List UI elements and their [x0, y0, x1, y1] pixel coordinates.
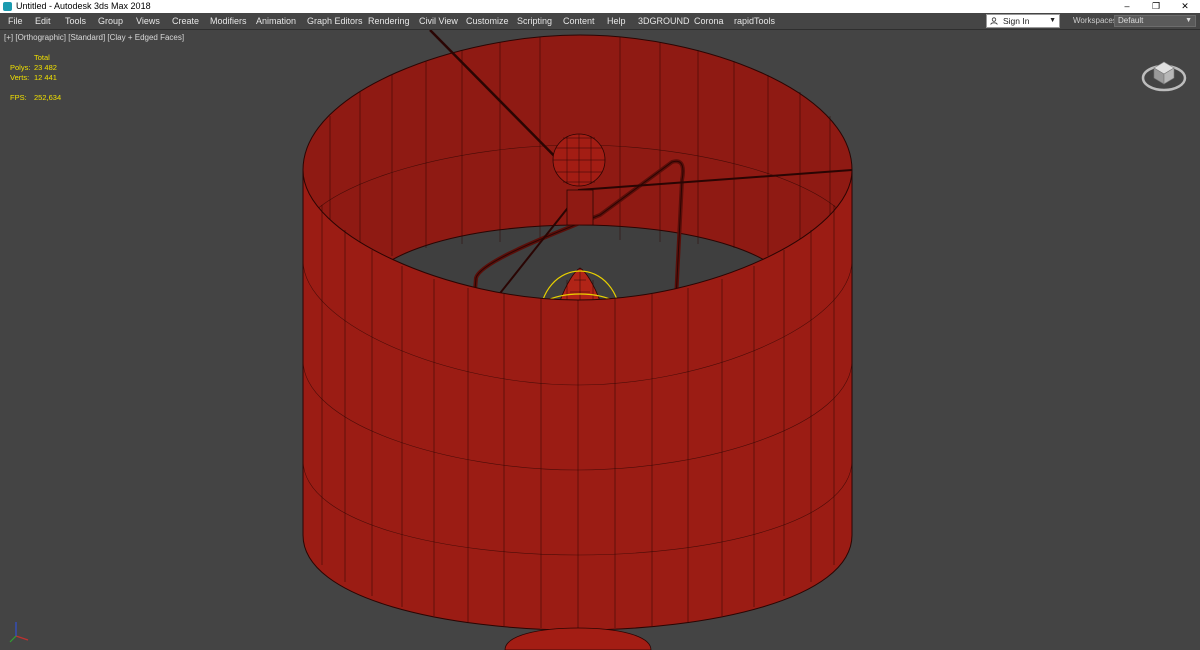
minimize-button[interactable]: –: [1112, 0, 1142, 13]
menu-civil-view[interactable]: Civil View: [418, 13, 459, 29]
menu-bar: File Edit Tools Group Views Create Modif…: [0, 13, 1200, 30]
chevron-down-icon: ▼: [1185, 17, 1192, 24]
app-icon: [3, 2, 12, 11]
menu-graph-editors[interactable]: Graph Editors: [306, 13, 364, 29]
axis-tripod-icon: [9, 622, 29, 643]
sign-in-dropdown[interactable]: Sign In ▼: [986, 14, 1060, 28]
polys-label: Polys:: [10, 63, 31, 72]
window-title: Untitled - Autodesk 3ds Max 2018: [16, 1, 151, 11]
viewcube-icon[interactable]: [1140, 48, 1190, 93]
menu-rapidtools[interactable]: rapidTools: [733, 13, 776, 29]
viewport-label-menu[interactable]: [+] [Orthographic] [Standard] [Clay + Ed…: [4, 33, 184, 42]
menu-animation[interactable]: Animation: [255, 13, 297, 29]
menu-views[interactable]: Views: [135, 13, 161, 29]
restore-button[interactable]: ❐: [1141, 0, 1171, 13]
stats-header: Total: [34, 53, 50, 62]
verts-label: Verts:: [10, 73, 30, 82]
lamp-shade: [302, 30, 853, 650]
menu-rendering[interactable]: Rendering: [367, 13, 411, 29]
menu-edit[interactable]: Edit: [34, 13, 52, 29]
user-icon: [990, 17, 998, 25]
verts-value: 12 441: [34, 73, 57, 82]
chevron-down-icon: ▼: [1049, 17, 1056, 24]
lamp-model: [302, 30, 853, 650]
fps-value: 252,634: [34, 93, 62, 102]
workspaces-label: Workspaces:: [1073, 16, 1120, 25]
menu-content[interactable]: Content: [562, 13, 596, 29]
menu-customize[interactable]: Customize: [465, 13, 510, 29]
menu-tools[interactable]: Tools: [64, 13, 87, 29]
viewport-perspective[interactable]: [+] [Orthographic] [Standard] [Clay + Ed…: [0, 30, 1200, 650]
polys-value: 23 482: [34, 63, 57, 72]
menu-create[interactable]: Create: [171, 13, 200, 29]
workspace-value: Default: [1118, 16, 1144, 25]
close-button[interactable]: ✕: [1170, 0, 1200, 13]
fps-label: FPS:: [10, 93, 27, 102]
menu-help[interactable]: Help: [606, 13, 627, 29]
menu-3dground[interactable]: 3DGROUND: [637, 13, 691, 29]
sign-in-label: Sign In: [1003, 16, 1030, 26]
menu-modifiers[interactable]: Modifiers: [209, 13, 248, 29]
menu-group[interactable]: Group: [97, 13, 124, 29]
menu-scripting[interactable]: Scripting: [516, 13, 553, 29]
workspaces-select[interactable]: Default ▼: [1114, 15, 1196, 27]
menu-corona[interactable]: Corona: [693, 13, 725, 29]
title-bar: Untitled - Autodesk 3ds Max 2018 – ❐ ✕: [0, 0, 1200, 13]
menu-file[interactable]: File: [7, 13, 24, 29]
